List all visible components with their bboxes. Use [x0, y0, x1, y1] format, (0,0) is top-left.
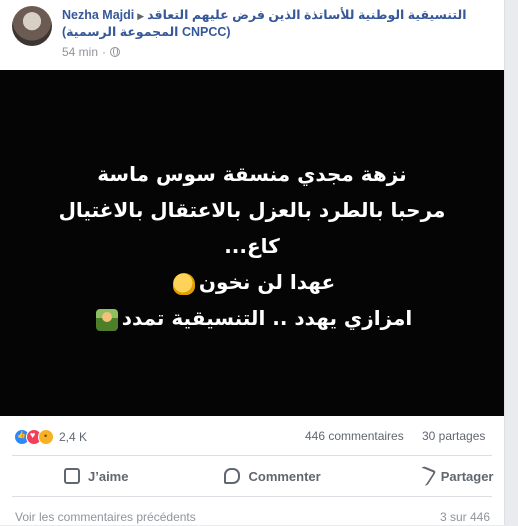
image-text: نزهة مجدي منسقة سوس ماسة مرحبا بالطرد با… — [0, 156, 504, 336]
thumbs-up-icon — [64, 468, 80, 484]
globe-icon — [110, 47, 121, 57]
comment-icon — [224, 468, 241, 484]
post-header: Nezha Majdi ▶ التنسيقية الوطنية للأساتذة ا… — [0, 0, 504, 80]
image-line-1: نزهة مجدي منسقة سوس ماسة — [97, 162, 407, 186]
image-line-4: عهدا لن نخون — [198, 270, 336, 294]
teacher-icon — [95, 308, 118, 331]
comment-label: Commenter — [248, 468, 321, 484]
author-avatar[interactable] — [12, 6, 52, 46]
image-line-2: مرحبا بالطرد بالعزل بالاعتقال بالاغتيال — [58, 198, 446, 222]
image-line-5-row: امزازي يهدد .. التنسيقية تمدد — [0, 300, 504, 336]
post-card: Nezha Majdi ▶ التنسيقية الوطنية للأساتذة ا… — [0, 0, 505, 525]
sad-reaction-icon — [38, 429, 54, 445]
raised-fist-icon — [172, 272, 195, 295]
post-actions: J’aime Commenter Partager — [12, 455, 493, 497]
share-label: Partager — [440, 468, 494, 484]
post-meta: 54 min · — [62, 44, 121, 60]
meta-separator: · — [102, 45, 107, 59]
triangle-right-icon: ▶ — [137, 11, 145, 21]
post-header-text: Nezha Majdi ▶ التنسيقية الوطنية للأساتذة ا… — [62, 7, 498, 47]
reaction-summary[interactable]: 2,4 K — [14, 429, 87, 445]
share-button[interactable]: Partager — [369, 465, 518, 487]
comment-page-count: 3 sur 446 — [439, 510, 490, 524]
comments-count[interactable]: 446 commentaires — [305, 429, 404, 443]
reaction-count[interactable]: 2,4 K — [59, 430, 87, 444]
post-image[interactable]: نزهة مجدي منسقة سوس ماسة مرحبا بالطرد با… — [0, 70, 504, 416]
author-name[interactable]: Nezha Majdi — [62, 8, 134, 22]
image-line-5: امزازي يهدد .. التنسيقية تمدد — [121, 306, 413, 330]
post-time[interactable]: 54 min — [62, 45, 98, 59]
comment-button[interactable]: Commenter — [176, 468, 368, 484]
image-line-4-row: عهدا لن نخون — [0, 264, 504, 300]
post-stats: 2,4 K 446 commentaires 30 partages — [0, 427, 504, 447]
share-icon — [413, 465, 437, 487]
view-previous-comments-link[interactable]: Voir les commentaires précédents — [15, 510, 196, 524]
shares-count[interactable]: 30 partages — [422, 429, 485, 443]
comments-footer: Voir les commentaires précédents 3 sur 4… — [12, 510, 492, 526]
like-button[interactable]: J’aime — [12, 468, 176, 484]
like-label: J’aime — [88, 468, 129, 484]
image-line-3: كاع... — [224, 234, 280, 258]
